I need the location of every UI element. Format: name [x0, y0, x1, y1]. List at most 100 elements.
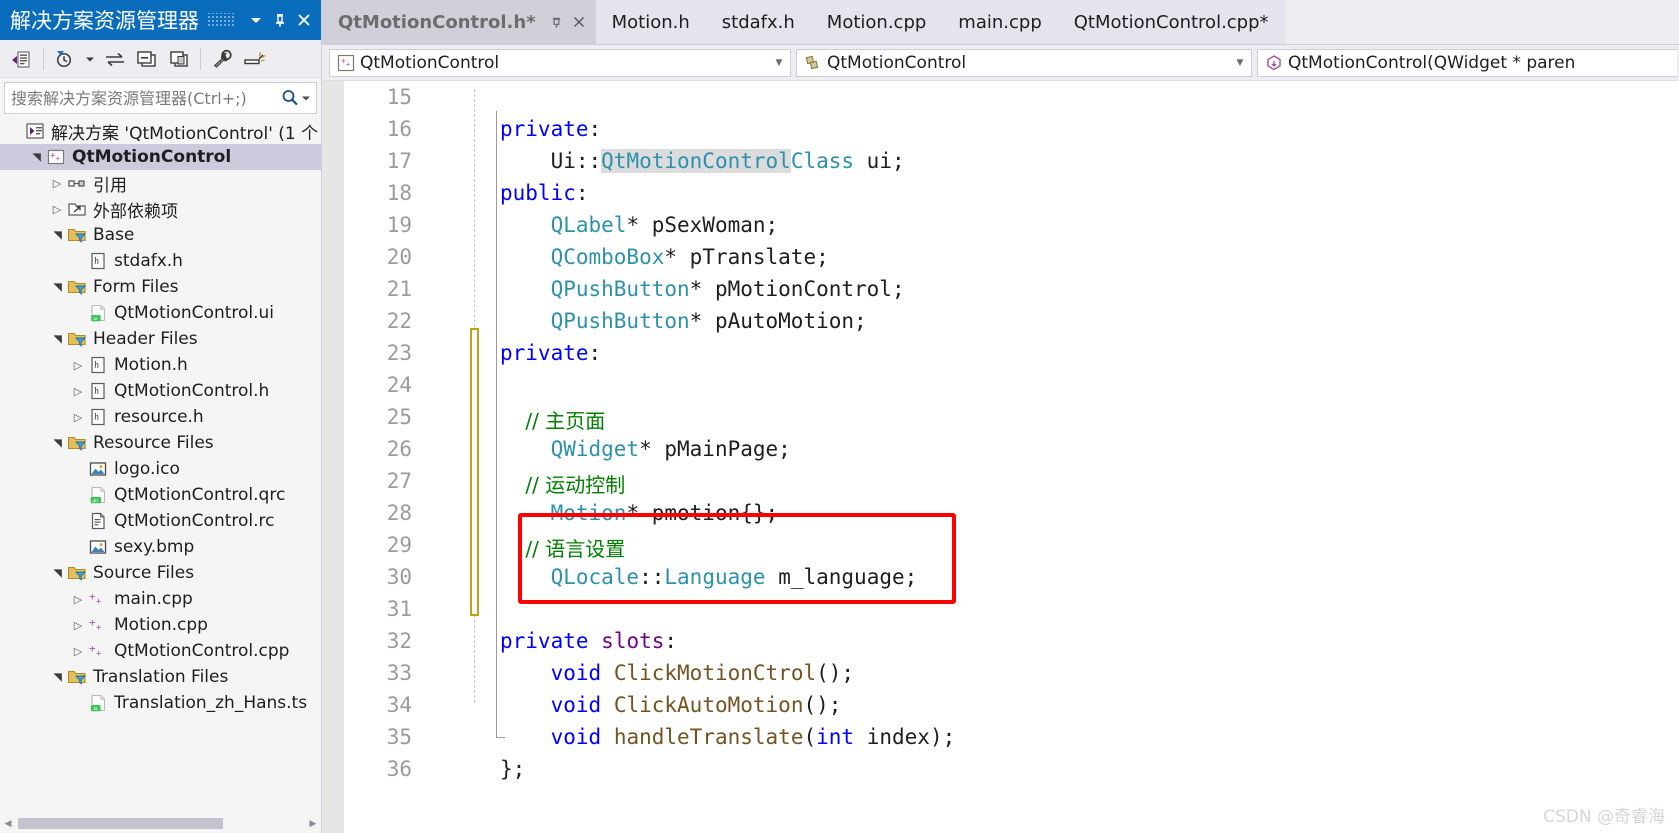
tab-pin-icon[interactable]: [546, 11, 568, 33]
expand-triangle-icon[interactable]: ▷: [69, 411, 87, 424]
tree-item[interactable]: ▷ h QtMotionControl.h: [0, 378, 321, 404]
scrollbar-thumb[interactable]: [18, 817, 223, 829]
code-line[interactable]: QComboBox* pTranslate;: [500, 245, 829, 269]
code-editor-surface[interactable]: 15 16 private: 17 Ui::QtMotionControlClass …: [322, 81, 1679, 833]
code-line[interactable]: Motion* pmotion{};: [500, 501, 779, 525]
tree-item[interactable]: ◢ Translation Files: [0, 664, 321, 690]
tree-item-label: Source Files: [93, 563, 195, 583]
collapse-triangle-icon[interactable]: ◢: [51, 330, 64, 348]
code-line[interactable]: QPushButton* pAutoMotion;: [500, 309, 867, 333]
collapse-triangle-icon[interactable]: ◢: [51, 278, 64, 296]
code-line[interactable]: private:: [500, 117, 601, 141]
solution-explorer-horizontal-scrollbar[interactable]: ◀ ▶: [0, 813, 321, 833]
code-line[interactable]: void ClickAutoMotion();: [500, 693, 842, 717]
tree-item[interactable]: h stdafx.h: [0, 248, 321, 274]
code-line[interactable]: void ClickMotionCtrol();: [500, 661, 854, 685]
navbar-member-dropdown[interactable]: QtMotionControl(QWidget * paren: [1257, 48, 1677, 77]
line-number: 30: [386, 565, 412, 589]
pin-icon[interactable]: [269, 8, 291, 32]
expand-triangle-icon[interactable]: ▷: [69, 593, 87, 606]
editor-tab[interactable]: Motion.cpp: [810, 0, 943, 44]
code-line[interactable]: QLabel* pSexWoman;: [500, 213, 779, 237]
scroll-left-arrow-icon[interactable]: ◀: [0, 818, 16, 829]
tree-item[interactable]: ▷ h Motion.h: [0, 352, 321, 378]
toolbar-dropdown-arrow[interactable]: [81, 45, 99, 73]
editor-tab[interactable]: Motion.h: [595, 0, 706, 44]
search-input[interactable]: [5, 87, 280, 109]
sync-with-active-document-icon[interactable]: [99, 45, 131, 73]
collapse-triangle-icon[interactable]: ◢: [30, 148, 43, 166]
code-line[interactable]: // 语言设置: [500, 533, 625, 562]
close-icon[interactable]: [293, 8, 315, 32]
tree-item[interactable]: ◢ Base: [0, 222, 321, 248]
editor-tabstrip[interactable]: QtMotionControl.h* Motion.h stdafx.h Motio…: [322, 0, 1679, 45]
tree-item[interactable]: sexy.bmp: [0, 534, 321, 560]
tree-item[interactable]: .ui QtMotionControl.ui: [0, 300, 321, 326]
code-line[interactable]: // 运动控制: [500, 469, 625, 498]
expand-triangle-icon[interactable]: ▷: [48, 177, 66, 190]
editor-tab[interactable]: stdafx.h: [705, 0, 811, 44]
editor-tab[interactable]: QtMotionControl.h*: [322, 0, 596, 44]
tree-item[interactable]: logo.ico: [0, 456, 321, 482]
preview-selected-items-icon[interactable]: [238, 45, 270, 73]
tree-item[interactable]: .qrc QtMotionControl.qrc: [0, 482, 321, 508]
code-token: // 主页面: [500, 409, 606, 433]
collapse-triangle-icon[interactable]: ◢: [51, 434, 64, 452]
navbar-project-dropdown[interactable]: + + QtMotionControl ▼: [329, 48, 791, 77]
chevron-down-icon-2[interactable]: ▼: [1231, 58, 1249, 68]
code-line[interactable]: QLocale::Language m_language;: [500, 565, 918, 589]
tree-item[interactable]: ◢ Form Files: [0, 274, 321, 300]
tree-item[interactable]: ▷ + + QtMotionControl.cpp: [0, 638, 321, 664]
code-line[interactable]: private slots:: [500, 629, 677, 653]
expand-triangle-icon[interactable]: ▷: [48, 203, 66, 216]
search-options-chevron-down-icon[interactable]: [300, 92, 312, 104]
properties-icon[interactable]: [206, 45, 238, 73]
code-line[interactable]: private:: [500, 341, 601, 365]
tree-item[interactable]: ◢ Resource Files: [0, 430, 321, 456]
code-line[interactable]: public:: [500, 181, 589, 205]
scroll-right-arrow-icon[interactable]: ▶: [305, 818, 321, 829]
editor-tab[interactable]: QtMotionControl.cpp*: [1057, 0, 1285, 44]
expand-triangle-icon[interactable]: ▷: [69, 645, 87, 658]
tree-item[interactable]: ▷ + + main.cpp: [0, 586, 321, 612]
code-line[interactable]: Ui::QtMotionControlClass ui;: [500, 149, 905, 173]
tree-item[interactable]: .ts Translation_zh_Hans.ts: [0, 690, 321, 716]
tree-item[interactable]: ▷ + + Motion.cpp: [0, 612, 321, 638]
code-lines[interactable]: 15 16 private: 17 Ui::QtMotionControlClass …: [322, 81, 1679, 833]
expand-triangle-icon[interactable]: ▷: [69, 385, 87, 398]
code-token: * pTranslate;: [664, 245, 829, 269]
tree-item[interactable]: ◢ Header Files: [0, 326, 321, 352]
expand-triangle-icon[interactable]: ▷: [69, 359, 87, 372]
collapse-triangle-icon[interactable]: ◢: [51, 226, 64, 244]
code-line[interactable]: void handleTranslate(int index);: [500, 725, 956, 749]
search-solution-explorer[interactable]: [4, 82, 317, 114]
show-all-files-icon[interactable]: [163, 45, 195, 73]
code-token: * pAutoMotion;: [689, 309, 867, 333]
tree-item[interactable]: ▷ 外部依赖项: [0, 196, 321, 222]
tree-item[interactable]: ◢ + + QtMotionControl: [0, 144, 321, 170]
code-line[interactable]: QPushButton* pMotionControl;: [500, 277, 905, 301]
solution-tree[interactable]: 解决方案 'QtMotionControl' (1 个 ◢ + + QtMotion…: [0, 116, 321, 833]
tree-item[interactable]: ▷ h resource.h: [0, 404, 321, 430]
tree-item[interactable]: 解决方案 'QtMotionControl' (1 个: [0, 118, 321, 144]
collapse-all-icon[interactable]: [131, 45, 163, 73]
home-icon[interactable]: [6, 45, 38, 73]
tree-item[interactable]: QtMotionControl.rc: [0, 508, 321, 534]
tree-item[interactable]: ◢ Source Files: [0, 560, 321, 586]
code-line[interactable]: // 主页面: [500, 405, 605, 434]
panel-dropdown-icon[interactable]: [245, 8, 267, 32]
navbar-class-dropdown[interactable]: QtMotionControl ▼: [796, 48, 1252, 77]
collapse-triangle-icon[interactable]: ◢: [51, 668, 64, 686]
collapse-triangle-icon[interactable]: ◢: [51, 564, 64, 582]
tree-item[interactable]: ▷ 引用: [0, 170, 321, 196]
expand-triangle-icon[interactable]: ▷: [69, 619, 87, 632]
chevron-down-icon[interactable]: ▼: [770, 58, 788, 68]
code-line[interactable]: QWidget* pMainPage;: [500, 437, 791, 461]
code-line[interactable]: };: [500, 757, 525, 781]
search-icon[interactable]: [280, 88, 300, 108]
pending-changes-filter-icon[interactable]: [49, 45, 81, 73]
tab-close-icon[interactable]: [568, 11, 590, 33]
editor-tab[interactable]: main.cpp: [942, 0, 1058, 44]
